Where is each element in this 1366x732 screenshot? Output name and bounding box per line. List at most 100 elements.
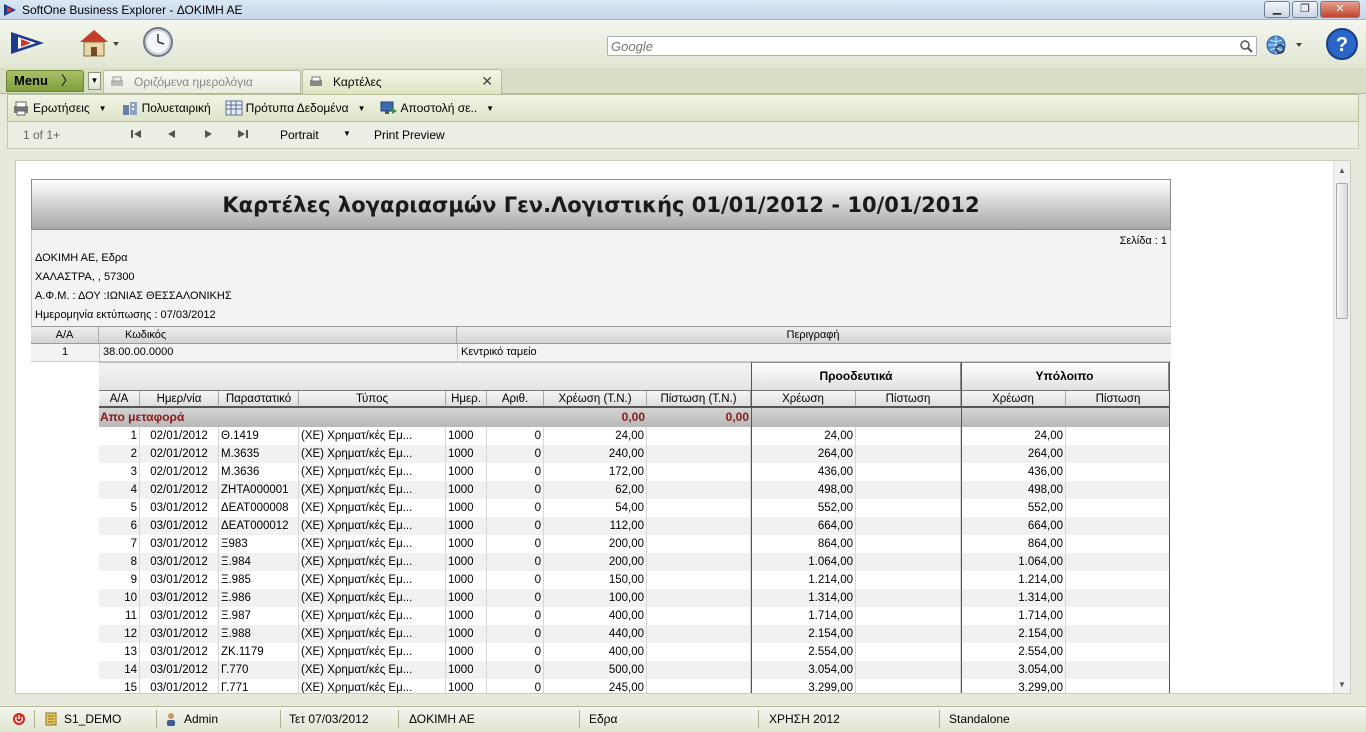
table-row[interactable]: 10 03/01/2012 Ξ.986 (ΧΕ) Χρηματ/κές Εμ... 10… <box>99 589 1170 607</box>
table-row[interactable]: 3 02/01/2012 Μ.3636 (ΧΕ) Χρηματ/κές Εμ... 10… <box>99 463 1170 481</box>
row-journal: 1000 <box>446 679 487 693</box>
softone-logo-icon[interactable] <box>8 29 48 57</box>
table-row[interactable]: 8 03/01/2012 Ξ.984 (ΧΕ) Χρηματ/κές Εμ... 100… <box>99 553 1170 571</box>
dropdown-arrow-icon[interactable]: ▼ <box>358 104 366 113</box>
print-preview-button[interactable]: Print Preview <box>374 128 445 142</box>
row-balance-debit: 3.299,00 <box>961 679 1066 693</box>
row-number: 0 <box>487 553 544 571</box>
window-title: SoftOne Business Explorer - ΔΟΚΙΜΗ ΑΕ <box>22 2 243 17</box>
table-row[interactable]: 9 03/01/2012 Ξ.985 (ΧΕ) Χρηματ/κές Εμ... 100… <box>99 571 1170 589</box>
ledger-rows: 1 02/01/2012 Θ.1419 (ΧΕ) Χρηματ/κές Εμ... 10… <box>99 427 1170 693</box>
row-balance-debit: 1.214,00 <box>961 571 1066 589</box>
printer-icon <box>310 76 322 86</box>
home-icon[interactable] <box>76 26 120 60</box>
row-progressive-debit: 1.714,00 <box>751 607 856 625</box>
row-aa: 4 <box>99 481 140 499</box>
row-balance-debit: 1.064,00 <box>961 553 1066 571</box>
row-balance-credit <box>1066 427 1170 445</box>
svg-text:?: ? <box>1336 34 1348 56</box>
user-icon <box>167 713 175 726</box>
dropdown-arrow-icon[interactable]: ▼ <box>99 104 107 113</box>
right-edge-divider <box>1169 362 1170 693</box>
row-balance-credit <box>1066 643 1170 661</box>
col-journal: Ημερ. <box>446 391 487 406</box>
row-type: (ΧΕ) Χρηματ/κές Εμ... <box>299 499 446 517</box>
queries-button[interactable]: Ερωτήσεις ▼ <box>8 96 111 120</box>
row-balance-debit: 24,00 <box>961 427 1066 445</box>
row-balance-debit: 1.714,00 <box>961 607 1066 625</box>
row-date: 03/01/2012 <box>140 571 219 589</box>
row-credit-tn <box>647 571 751 589</box>
transfer-credit: 0,00 <box>725 410 749 424</box>
help-icon[interactable]: ? <box>1325 27 1359 61</box>
database-name: S1_DEMO <box>64 712 122 726</box>
row-journal: 1000 <box>446 427 487 445</box>
row-balance-debit: 3.054,00 <box>961 661 1066 679</box>
user-status[interactable]: Admin <box>164 711 218 729</box>
row-type: (ΧΕ) Χρηματ/κές Εμ... <box>299 643 446 661</box>
row-progressive-credit <box>856 625 961 643</box>
data-templates-button[interactable]: Πρότυπα Δεδομένα ▼ <box>221 96 370 120</box>
close-window-button[interactable]: ✕ <box>1320 1 1360 18</box>
row-balance-debit: 436,00 <box>961 463 1066 481</box>
database-status[interactable]: S1_DEMO <box>44 711 121 729</box>
row-credit-tn <box>647 427 751 445</box>
data-table-icon <box>225 100 243 116</box>
table-row[interactable]: 4 02/01/2012 ΖΗΤΑ000001 (ΧΕ) Χρηματ/κές Εμ.… <box>99 481 1170 499</box>
row-progressive-credit <box>856 553 961 571</box>
table-row[interactable]: 13 03/01/2012 ΖΚ.1179 (ΧΕ) Χρηματ/κές Εμ...… <box>99 643 1170 661</box>
close-tab-icon[interactable]: ✕ <box>481 73 493 90</box>
row-balance-debit: 2.554,00 <box>961 643 1066 661</box>
web-search-globe-icon[interactable] <box>1265 34 1305 56</box>
row-type: (ΧΕ) Χρηματ/κές Εμ... <box>299 481 446 499</box>
power-icon[interactable] <box>12 711 32 729</box>
scroll-thumb[interactable] <box>1336 183 1348 319</box>
multicompany-button[interactable]: Πολυεταιρική <box>117 96 215 120</box>
menu-button[interactable]: Menu 〉 <box>6 70 84 92</box>
minimize-button[interactable]: ▁ <box>1264 1 1290 18</box>
orientation-select[interactable]: Portrait <box>280 128 319 142</box>
last-page-icon[interactable] <box>236 127 250 141</box>
row-number: 0 <box>487 517 544 535</box>
table-row[interactable]: 1 02/01/2012 Θ.1419 (ΧΕ) Χρηματ/κές Εμ... 10… <box>99 427 1170 445</box>
table-row[interactable]: 5 03/01/2012 ΔΕΑΤ000008 (ΧΕ) Χρηματ/κές Εμ.… <box>99 499 1170 517</box>
report-viewport[interactable]: Καρτέλες λογαριασμών Γεν.Λογιστικής 01/0… <box>15 160 1351 694</box>
first-page-icon[interactable] <box>129 127 143 141</box>
maximize-button[interactable]: ❐ <box>1292 1 1318 18</box>
scroll-up-arrow-icon[interactable]: ▲ <box>1338 166 1346 175</box>
table-row[interactable]: 14 03/01/2012 Γ.770 (ΧΕ) Χρηματ/κές Εμ... 10… <box>99 661 1170 679</box>
send-to-button[interactable]: Αποστολή σε.. ▼ <box>376 96 499 120</box>
previous-page-icon[interactable] <box>165 127 179 141</box>
table-row[interactable]: 7 03/01/2012 Ξ983 (ΧΕ) Χρηματ/κές Εμ... 1000… <box>99 535 1170 553</box>
row-balance-credit <box>1066 517 1170 535</box>
table-row[interactable]: 6 03/01/2012 ΔΕΑΤ000012 (ΧΕ) Χρηματ/κές Εμ.… <box>99 517 1170 535</box>
search-box[interactable] <box>607 36 1257 56</box>
tab-list-dropdown[interactable]: ▼ <box>88 72 101 90</box>
clock-icon[interactable] <box>142 26 174 58</box>
softone-app-icon <box>4 3 16 16</box>
table-row[interactable]: 15 03/01/2012 Γ.771 (ΧΕ) Χρηματ/κές Εμ... 10… <box>99 679 1170 693</box>
row-progressive-credit <box>856 445 961 463</box>
row-journal: 1000 <box>446 661 487 679</box>
account-row[interactable]: 1 38.00.00.0000 Κεντρικό ταμείο <box>31 344 1171 362</box>
tab-cards[interactable]: Καρτέλες ✕ <box>302 69 502 94</box>
dropdown-arrow-icon[interactable]: ▼ <box>486 104 494 113</box>
action-toolbar: Ερωτήσεις ▼ Πολυεταιρική Πρότυπα Δεδομέν… <box>7 94 1359 122</box>
next-page-icon[interactable] <box>201 127 215 141</box>
row-number: 0 <box>487 625 544 643</box>
vertical-scrollbar[interactable]: ▲ ▼ <box>1333 161 1350 693</box>
report-navigation-bar: 1 of 1+ Portrait ▼ Print Preview <box>7 122 1359 149</box>
table-row[interactable]: 12 03/01/2012 Ξ.988 (ΧΕ) Χρηματ/κές Εμ... 10… <box>99 625 1170 643</box>
row-progressive-debit: 2.554,00 <box>751 643 856 661</box>
search-icon[interactable] <box>1239 39 1253 53</box>
row-credit-tn <box>647 481 751 499</box>
dropdown-arrow-icon[interactable]: ▼ <box>343 129 351 138</box>
row-date: 02/01/2012 <box>140 427 219 445</box>
ledger-lines-area: Προοδευτικά Υπόλοιπο Α/Α Ημερ/νία Παραστ… <box>99 362 1170 693</box>
tab-defined-calendars[interactable]: Οριζόμενα ημερολόγια <box>103 70 301 93</box>
table-row[interactable]: 11 03/01/2012 Ξ.987 (ΧΕ) Χρηματ/κές Εμ... 10… <box>99 607 1170 625</box>
search-input[interactable] <box>608 37 1228 55</box>
scroll-down-arrow-icon[interactable]: ▼ <box>1338 680 1346 689</box>
table-row[interactable]: 2 02/01/2012 Μ.3635 (ΧΕ) Χρηματ/κές Εμ... 10… <box>99 445 1170 463</box>
transfer-debit: 0,00 <box>621 410 645 424</box>
